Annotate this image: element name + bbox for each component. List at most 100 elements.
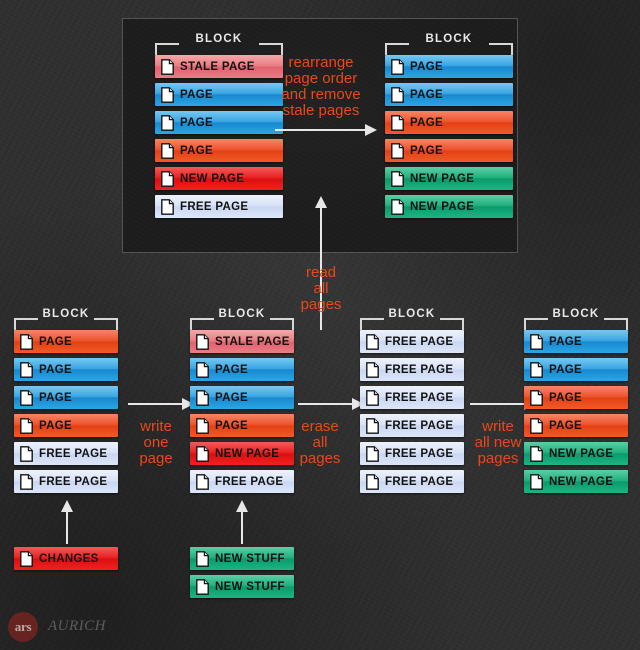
page-bar[interactable]: FREE PAGE (190, 470, 294, 493)
page-bar[interactable]: FREE PAGE (360, 442, 464, 465)
page-bar-label: PAGE (180, 88, 213, 101)
page-bar[interactable]: PAGE (14, 414, 118, 437)
page-bar[interactable]: PAGE (385, 55, 513, 78)
page-bar[interactable]: NEW PAGE (385, 195, 513, 218)
block-bracket-right (440, 318, 464, 330)
page-bar[interactable]: FREE PAGE (155, 195, 283, 218)
document-page-icon (530, 389, 543, 406)
page-bar[interactable]: FREE PAGE (14, 470, 118, 493)
page-bar-label: PAGE (549, 363, 582, 376)
page-bar-label: PAGE (410, 60, 443, 73)
page-bar[interactable]: FREE PAGE (14, 442, 118, 465)
document-page-icon (196, 445, 209, 462)
page-bar-label: FREE PAGE (385, 391, 454, 404)
document-page-icon (366, 417, 379, 434)
block-bracket-right (270, 318, 294, 330)
page-bar-label: FREE PAGE (180, 200, 249, 213)
page-bar-label: FREE PAGE (39, 475, 108, 488)
page-bar[interactable]: PAGE (524, 358, 628, 381)
page-bar[interactable]: PAGE (524, 386, 628, 409)
block-bracket-right (94, 318, 118, 330)
page-list: FREE PAGE FREE PAGE FREE PAGE FREE PAGE FREE… (360, 330, 464, 493)
document-page-icon (20, 445, 33, 462)
page-bar[interactable]: PAGE (385, 139, 513, 162)
block-header: BLOCK (524, 308, 628, 330)
document-page-icon (530, 333, 543, 350)
document-page-icon (196, 473, 209, 490)
page-bar[interactable]: NEW STUFF (190, 575, 294, 598)
page-bar[interactable]: PAGE (190, 358, 294, 381)
bar-gloss (385, 55, 513, 67)
page-bar[interactable]: NEW PAGE (524, 470, 628, 493)
page-bar-label: PAGE (549, 335, 582, 348)
page-list: PAGE PAGE PAGE PAGE FREE PAGE FREE PAGE (14, 330, 118, 493)
callout-line: stale pages (282, 102, 360, 119)
page-bar[interactable]: PAGE (14, 386, 118, 409)
page-bar-label: NEW PAGE (410, 172, 475, 185)
page-bar[interactable]: CHANGES (14, 547, 118, 570)
page-bar[interactable]: STALE PAGE (155, 55, 283, 78)
document-page-icon (196, 578, 209, 595)
page-bar-label: FREE PAGE (385, 335, 454, 348)
page-bar-label: PAGE (39, 419, 72, 432)
page-bar[interactable]: FREE PAGE (360, 414, 464, 437)
document-page-icon (530, 361, 543, 378)
page-bar[interactable]: PAGE (524, 330, 628, 353)
page-bar[interactable]: NEW PAGE (155, 167, 283, 190)
page-bar-label: FREE PAGE (385, 363, 454, 376)
page-bar[interactable]: PAGE (524, 414, 628, 437)
page-bar[interactable]: PAGE (14, 330, 118, 353)
document-page-icon (391, 142, 404, 159)
page-bar-label: PAGE (549, 391, 582, 404)
page-list: STALE PAGE PAGE PAGE PAGE NEW PAGE FREE PAGE (190, 330, 294, 493)
page-bar[interactable]: NEW PAGE (190, 442, 294, 465)
block-header: BLOCK (190, 308, 294, 330)
page-bar-label: CHANGES (39, 552, 99, 565)
page-bar[interactable]: NEW PAGE (524, 442, 628, 465)
page-bar-label: PAGE (215, 363, 248, 376)
document-page-icon (391, 114, 404, 131)
block-bracket-right (489, 43, 513, 55)
document-page-icon (196, 333, 209, 350)
page-bar[interactable]: FREE PAGE (360, 358, 464, 381)
bar-gloss (155, 111, 283, 123)
bar-gloss (155, 83, 283, 95)
block-bracket-right (259, 43, 283, 55)
document-page-icon (161, 58, 174, 75)
page-bar-label: FREE PAGE (39, 447, 108, 460)
callout-write-one-page: write one page (124, 419, 188, 467)
page-bar-label: PAGE (215, 419, 248, 432)
page-bar[interactable]: FREE PAGE (360, 470, 464, 493)
page-bar-label: PAGE (410, 116, 443, 129)
document-page-icon (196, 417, 209, 434)
page-bar[interactable]: PAGE (190, 414, 294, 437)
page-bar[interactable]: PAGE (155, 111, 283, 134)
page-bar[interactable]: PAGE (155, 83, 283, 106)
document-page-icon (20, 417, 33, 434)
callout-line: write (140, 418, 172, 435)
page-bar[interactable]: PAGE (14, 358, 118, 381)
page-bar[interactable]: NEW STUFF (190, 547, 294, 570)
page-bar[interactable]: PAGE (190, 386, 294, 409)
bar-gloss (155, 139, 283, 151)
block-header: BLOCK (385, 33, 513, 55)
block-group-top-left: BLOCK STALE PAGE PAGE PAGE PAGE NEW PAGE FREE… (155, 33, 283, 223)
page-bar[interactable]: PAGE (385, 111, 513, 134)
page-bar[interactable]: PAGE (385, 83, 513, 106)
page-list: STALE PAGE PAGE PAGE PAGE NEW PAGE FREE PAGE (155, 55, 283, 218)
callout-rearrange: rearrange page order and remove stale pages (269, 55, 373, 119)
page-bar[interactable]: FREE PAGE (360, 386, 464, 409)
page-bar-label: STALE PAGE (180, 60, 255, 73)
document-page-icon (391, 58, 404, 75)
page-bar[interactable]: STALE PAGE (190, 330, 294, 353)
callout-line: and remove (281, 86, 361, 103)
page-bar-label: PAGE (180, 144, 213, 157)
page-bar[interactable]: NEW PAGE (385, 167, 513, 190)
page-bar[interactable]: PAGE (155, 139, 283, 162)
page-bar-label: FREE PAGE (385, 475, 454, 488)
block-group-3: BLOCK FREE PAGE FREE PAGE FREE PAGE FREE PA… (360, 308, 464, 498)
document-page-icon (196, 361, 209, 378)
document-page-icon (20, 333, 33, 350)
page-bar-label: FREE PAGE (215, 475, 284, 488)
page-bar[interactable]: FREE PAGE (360, 330, 464, 353)
